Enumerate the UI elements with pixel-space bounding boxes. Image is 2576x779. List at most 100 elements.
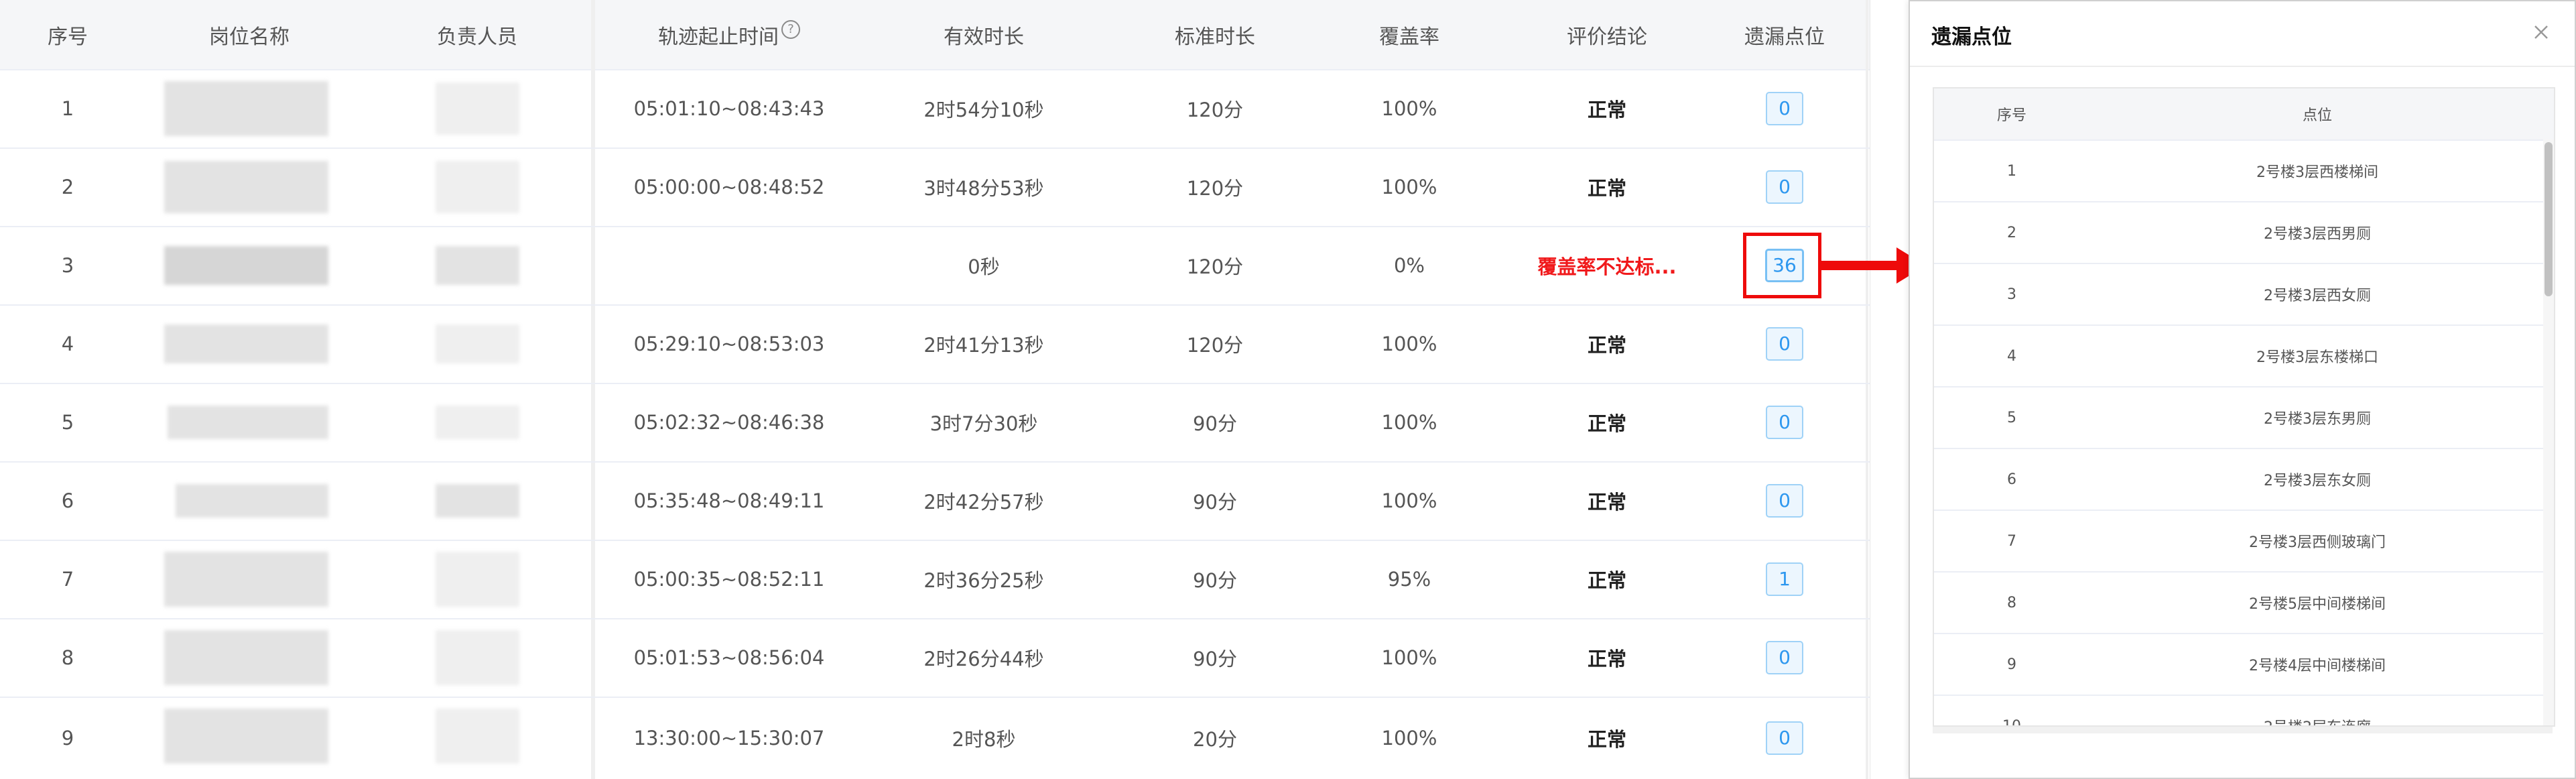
dialog-header-point: 点位: [2302, 107, 2332, 124]
horizontal-scrollbar[interactable]: [1933, 727, 2553, 733]
header-standard-duration: 标准时长: [1175, 25, 1255, 49]
dialog-table-row[interactable]: 4 2号楼3层东楼梯口: [1934, 326, 2554, 387]
dialog-row-point: 2号楼4层中间楼梯间: [2249, 658, 2386, 674]
row-missed-cell: 0: [1721, 697, 1848, 779]
missed-points-badge[interactable]: 0: [1766, 721, 1803, 755]
dialog-row-point: 2号楼3层东男厕: [2264, 411, 2371, 428]
dialog-table-row[interactable]: 1 2号楼3层西楼梯间: [1934, 141, 2554, 202]
row-conclusion: 正常: [1587, 333, 1626, 357]
missed-points-badge[interactable]: 0: [1766, 640, 1803, 674]
dialog-table-row[interactable]: 5 2号楼3层东男厕: [1934, 387, 2554, 449]
dialog-row-index: 8: [2007, 594, 2016, 611]
row-effective-duration: 2时8秒: [952, 727, 1016, 751]
row-standard-duration: 120分: [1186, 255, 1244, 278]
row-track-time: 05:01:53~08:56:04: [633, 646, 825, 669]
missed-points-badge[interactable]: 0: [1766, 405, 1803, 439]
row-effective-duration: 2时36分25秒: [923, 568, 1044, 592]
dialog-header-index: 序号: [1996, 107, 2026, 124]
header-person: 负责人员: [437, 25, 517, 49]
missed-points-badge[interactable]: 0: [1766, 326, 1803, 361]
dialog-row-index: 2: [2007, 224, 2016, 241]
row-index: 9: [61, 726, 74, 750]
dialog-row-index: 4: [2007, 347, 2016, 365]
redacted-post-name: [168, 406, 328, 439]
redacted-post-name: [164, 709, 328, 764]
row-track-time: 05:01:10~08:43:43: [633, 97, 825, 120]
redacted-post-name: [176, 484, 328, 518]
row-conclusion: 正常: [1587, 98, 1626, 121]
row-standard-duration: 20分: [1193, 727, 1237, 751]
row-index: 6: [61, 489, 74, 512]
row-track-time: 05:00:35~08:52:11: [633, 567, 825, 591]
row-index: 1: [61, 97, 74, 120]
table-row[interactable]: 2 05:00:00~08:48:52 3时48分53秒 120分 100% 正…: [0, 147, 1870, 227]
table-row[interactable]: 1 05:01:10~08:43:43 2时54分10秒 120分 100% 正…: [0, 69, 1870, 149]
table-row[interactable]: 9 13:30:00~15:30:07 2时8秒 20分 100% 正常 0: [0, 697, 1870, 779]
dialog-table-row[interactable]: 3 2号楼3层西女厕: [1934, 264, 2554, 326]
row-standard-duration: 90分: [1193, 647, 1237, 670]
redacted-person: [436, 246, 519, 285]
dialog-row-point: 2号楼3层西侧玻璃门: [2249, 534, 2386, 551]
redacted-post-name: [164, 630, 328, 685]
dialog-row-point: 2号楼3层西男厕: [2264, 226, 2371, 243]
row-index: 3: [61, 253, 74, 277]
dialog-row-point: 2号楼5层中间楼梯间: [2249, 596, 2386, 613]
dialog-table-row[interactable]: 6 2号楼3层东女厕: [1934, 449, 2554, 511]
row-missed-cell: 0: [1721, 383, 1848, 461]
row-track-time: 05:35:48~08:49:11: [633, 489, 825, 512]
redacted-person: [436, 630, 519, 685]
row-conclusion: 正常: [1587, 490, 1626, 514]
dialog-table-row[interactable]: 7 2号楼3层西侧玻璃门: [1934, 511, 2554, 573]
row-standard-duration: 120分: [1186, 98, 1244, 121]
missed-points-badge[interactable]: 0: [1766, 483, 1803, 518]
row-conclusion[interactable]: 覆盖率不达标...: [1493, 226, 1721, 304]
row-standard-duration: 120分: [1186, 176, 1244, 200]
table-row[interactable]: 7 05:00:35~08:52:11 2时36分25秒 90分 95% 正常 …: [0, 540, 1870, 619]
header-coverage: 覆盖率: [1379, 25, 1439, 49]
right-arrow-icon: [1821, 261, 1902, 270]
missed-points-badge[interactable]: 0: [1766, 91, 1803, 125]
row-index: 2: [61, 175, 74, 198]
row-missed-cell: 0: [1721, 618, 1848, 697]
table-row[interactable]: 6 05:35:48~08:49:11 2时42分57秒 90分 100% 正常…: [0, 461, 1870, 541]
table-header: 序号 岗位名称 负责人员 轨迹起止时间 ? 有效时长 标准时长 覆盖率 评价结论…: [0, 0, 1870, 70]
table-row[interactable]: 4 05:29:10~08:53:03 2时41分13秒 120分 100% 正…: [0, 304, 1870, 384]
row-track-time: 05:02:32~08:46:38: [633, 410, 825, 434]
dialog-table-row[interactable]: 10 2号楼2层东连廊: [1934, 696, 2554, 726]
table-row[interactable]: 8 05:01:53~08:56:04 2时26分44秒 90分 100% 正常…: [0, 618, 1870, 698]
table-row[interactable]: 3 0秒 120分 0% 覆盖率不达标... 36: [0, 226, 1870, 306]
table-row[interactable]: 5 05:02:32~08:46:38 3时7分30秒 90分 100% 正常 …: [0, 383, 1870, 463]
row-missed-cell: 0: [1721, 304, 1848, 383]
row-track-time: 13:30:00~15:30:07: [633, 726, 825, 750]
row-effective-duration: 3时7分30秒: [929, 412, 1038, 435]
row-index: 7: [61, 567, 74, 591]
row-effective-duration: 0秒: [968, 255, 1000, 278]
redacted-person: [436, 161, 519, 213]
missed-points-badge[interactable]: 1: [1766, 562, 1803, 596]
dialog-table-row[interactable]: 8 2号楼5层中间楼梯间: [1934, 573, 2554, 634]
row-missed-cell: 0: [1721, 69, 1848, 147]
row-missed-cell: 0: [1721, 147, 1848, 226]
row-conclusion: 正常: [1587, 412, 1626, 435]
inspection-table: 序号 岗位名称 负责人员 轨迹起止时间 ? 有效时长 标准时长 覆盖率 评价结论…: [0, 0, 1870, 779]
vertical-scrollbar-thumb[interactable]: [2545, 142, 2553, 296]
redacted-post-name: [164, 324, 328, 363]
question-circle-icon[interactable]: ?: [781, 19, 800, 39]
redacted-person: [436, 406, 519, 439]
dialog-table-row[interactable]: 2 2号楼3层西男厕: [1934, 202, 2554, 264]
redacted-person: [436, 552, 519, 607]
row-coverage: 100%: [1381, 646, 1437, 669]
dialog-row-point: 2号楼3层西楼梯间: [2256, 164, 2378, 181]
row-effective-duration: 2时41分13秒: [923, 333, 1044, 357]
redacted-post-name: [164, 246, 328, 285]
row-index: 4: [61, 332, 74, 355]
row-effective-duration: 2时54分10秒: [923, 98, 1044, 121]
dialog-table-row[interactable]: 9 2号楼4层中间楼梯间: [1934, 634, 2554, 696]
redacted-person: [436, 484, 519, 518]
dialog-row-point: 2号楼3层东楼梯口: [2256, 349, 2378, 366]
row-coverage: 100%: [1381, 410, 1437, 434]
row-effective-duration: 2时42分57秒: [923, 490, 1044, 514]
close-icon[interactable]: [2528, 19, 2555, 46]
missed-points-badge[interactable]: 0: [1766, 170, 1803, 204]
row-conclusion: 正常: [1587, 568, 1626, 592]
